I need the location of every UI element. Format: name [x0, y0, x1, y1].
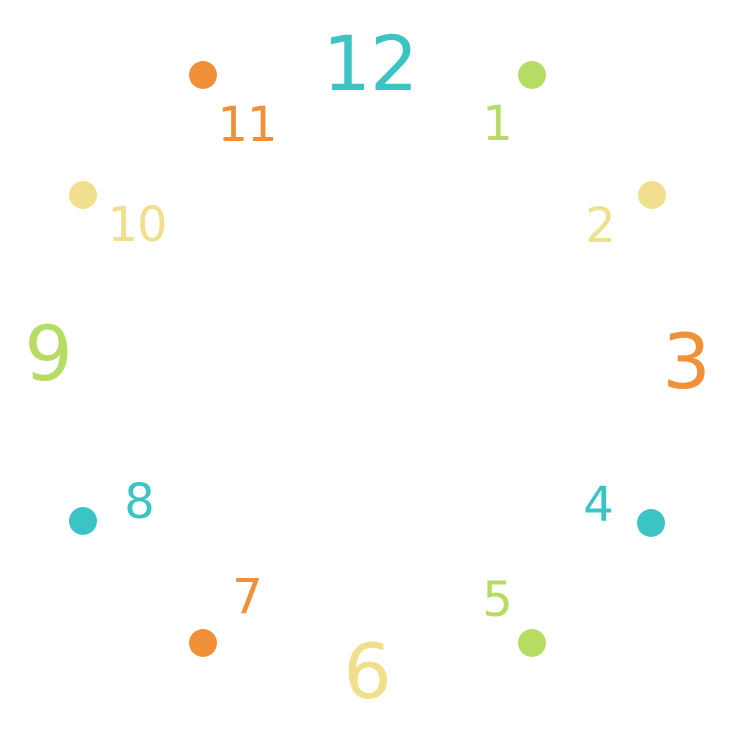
hour-dot-5: [518, 629, 546, 657]
hour-numeral-8: 8: [124, 474, 155, 530]
hour-dot-8: [69, 507, 97, 535]
hour-dot-11: [189, 61, 217, 89]
hour-dot-1: [518, 61, 546, 89]
hour-numeral-11: 11: [217, 97, 277, 153]
hour-dot-2: [638, 181, 666, 209]
clock-face: 12 1 2 3 4 5 6 7 8 9 10 11: [0, 0, 732, 732]
hour-dot-7: [189, 629, 217, 657]
hour-numeral-5: 5: [482, 572, 513, 628]
hour-numeral-9: 9: [24, 309, 72, 398]
hour-numeral-2: 2: [585, 198, 616, 254]
hour-numeral-12: 12: [322, 19, 419, 108]
hour-numeral-6: 6: [343, 627, 391, 716]
hour-numeral-4: 4: [583, 477, 614, 533]
hour-numeral-10: 10: [107, 197, 167, 253]
hour-dot-10: [69, 181, 97, 209]
hour-dot-4: [637, 509, 665, 537]
hour-numeral-3: 3: [662, 317, 710, 406]
hour-numeral-7: 7: [232, 569, 263, 625]
hour-numeral-1: 1: [482, 96, 513, 152]
